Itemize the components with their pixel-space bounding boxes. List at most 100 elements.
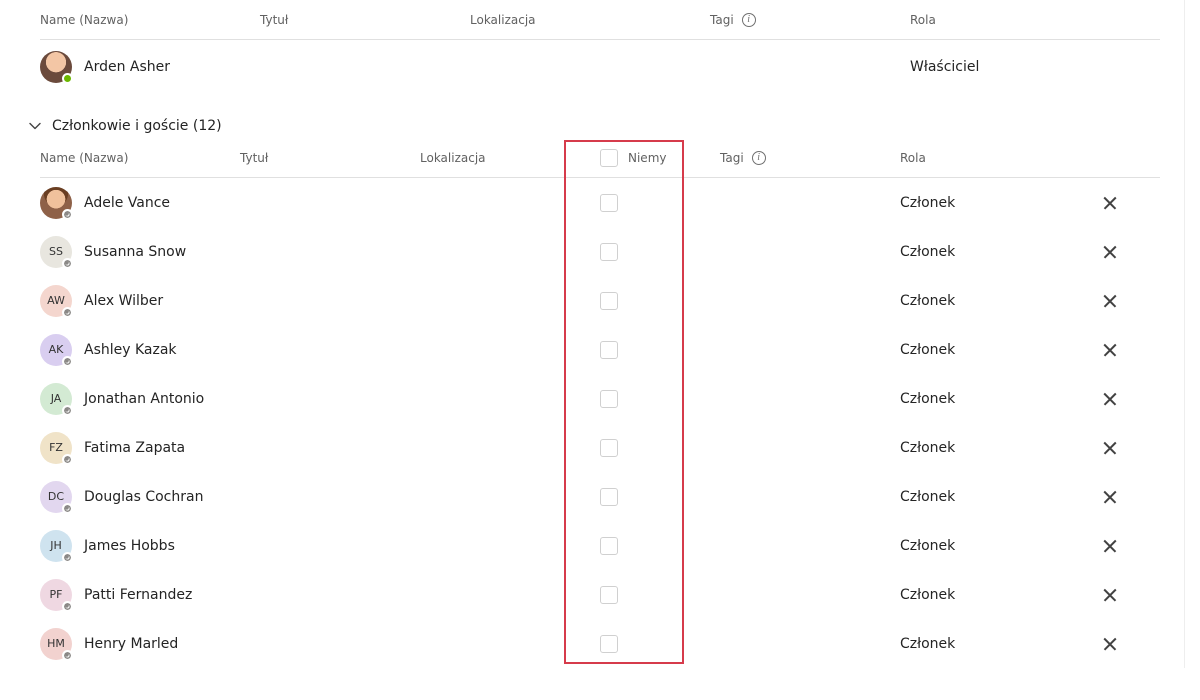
member-name: Patti Fernandez bbox=[84, 587, 192, 603]
mute-checkbox[interactable] bbox=[600, 292, 618, 310]
member-name: Fatima Zapata bbox=[84, 440, 185, 456]
mute-checkbox[interactable] bbox=[600, 194, 618, 212]
avatar[interactable]: DC bbox=[40, 481, 72, 513]
presence-available-icon bbox=[62, 73, 73, 84]
member-mute-cell bbox=[600, 586, 720, 604]
remove-member-button[interactable] bbox=[1100, 340, 1120, 360]
mute-checkbox[interactable] bbox=[600, 439, 618, 457]
header-tags-label: Tagi bbox=[710, 13, 734, 27]
mute-checkbox[interactable] bbox=[600, 488, 618, 506]
member-name: Susanna Snow bbox=[84, 244, 186, 260]
table-row[interactable]: AWAlex WilberCzłonek bbox=[40, 276, 1160, 325]
avatar[interactable] bbox=[40, 187, 72, 219]
presence-offline-icon bbox=[62, 356, 73, 367]
member-mute-cell bbox=[600, 537, 720, 555]
avatar[interactable] bbox=[40, 51, 72, 83]
header-tags[interactable]: Tagi i bbox=[710, 13, 910, 27]
member-role[interactable]: Członek bbox=[900, 489, 1080, 505]
avatar[interactable]: HM bbox=[40, 628, 72, 660]
header-role[interactable]: Rola bbox=[910, 13, 1070, 27]
member-mute-cell bbox=[600, 341, 720, 359]
owner-row[interactable]: Arden Asher Właściciel bbox=[40, 40, 1160, 94]
member-mute-cell bbox=[600, 390, 720, 408]
table-row[interactable]: HMHenry MarledCzłonek bbox=[40, 619, 1160, 668]
owner-role[interactable]: Właściciel bbox=[910, 59, 1070, 75]
header-tags[interactable]: Tagi i bbox=[720, 151, 900, 165]
presence-offline-icon bbox=[62, 601, 73, 612]
header-location[interactable]: Lokalizacja bbox=[420, 151, 600, 165]
avatar[interactable]: SS bbox=[40, 236, 72, 268]
remove-member-button[interactable] bbox=[1100, 536, 1120, 556]
header-title[interactable]: Tytuł bbox=[260, 13, 470, 27]
header-role[interactable]: Rola bbox=[900, 151, 1080, 165]
member-role[interactable]: Członek bbox=[900, 391, 1080, 407]
header-name[interactable]: Name (Nazwa) bbox=[40, 151, 240, 165]
presence-offline-icon bbox=[62, 258, 73, 269]
member-name: Ashley Kazak bbox=[84, 342, 177, 358]
info-icon[interactable]: i bbox=[742, 13, 756, 27]
member-name: Douglas Cochran bbox=[84, 489, 203, 505]
presence-offline-icon bbox=[62, 454, 73, 465]
header-location[interactable]: Lokalizacja bbox=[470, 13, 710, 27]
table-row[interactable]: JA Jonathan Antonio Członek bbox=[40, 374, 1160, 423]
member-mute-cell bbox=[600, 635, 720, 653]
presence-offline-icon bbox=[62, 650, 73, 661]
info-icon[interactable]: i bbox=[752, 151, 766, 165]
header-mute-label: Niemy bbox=[628, 151, 666, 165]
mute-checkbox[interactable] bbox=[600, 243, 618, 261]
avatar[interactable]: AW bbox=[40, 285, 72, 317]
members-table-header: Name (Nazwa) Tytuł Lokalizacja Niemy Tag… bbox=[40, 138, 1160, 178]
mute-all-checkbox[interactable] bbox=[600, 149, 618, 167]
member-mute-cell bbox=[600, 439, 720, 457]
owner-table-header: Name (Nazwa) Tytuł Lokalizacja Tagi i Ro… bbox=[40, 0, 1160, 40]
member-mute-cell bbox=[600, 488, 720, 506]
header-name[interactable]: Name (Nazwa) bbox=[40, 13, 260, 27]
member-role[interactable]: Członek bbox=[900, 195, 1080, 211]
mute-checkbox[interactable] bbox=[600, 635, 618, 653]
team-members-panel: Name (Nazwa) Tytuł Lokalizacja Tagi i Ro… bbox=[0, 0, 1200, 668]
remove-member-button[interactable] bbox=[1100, 585, 1120, 605]
remove-member-button[interactable] bbox=[1100, 193, 1120, 213]
member-role[interactable]: Członek bbox=[900, 538, 1080, 554]
avatar[interactable]: FZ bbox=[40, 432, 72, 464]
avatar[interactable]: AK bbox=[40, 334, 72, 366]
member-role[interactable]: Członek bbox=[900, 293, 1080, 309]
member-name: James Hobbs bbox=[84, 538, 175, 554]
member-role[interactable]: Członek bbox=[900, 342, 1080, 358]
members-section-toggle[interactable]: Członkowie i goście (12) bbox=[20, 94, 1180, 138]
table-row[interactable]: SS Susanna Snow Członek bbox=[40, 227, 1160, 276]
mute-checkbox[interactable] bbox=[600, 390, 618, 408]
remove-member-button[interactable] bbox=[1100, 291, 1120, 311]
member-name: Jonathan Antonio bbox=[84, 391, 204, 407]
member-mute-cell bbox=[600, 194, 720, 212]
mute-checkbox[interactable] bbox=[600, 341, 618, 359]
table-row[interactable]: DC Douglas Cochran Członek bbox=[40, 472, 1160, 521]
table-row[interactable]: Adele VanceCzłonek bbox=[40, 178, 1160, 227]
table-row[interactable]: FZ Fatima Zapata Członek bbox=[40, 423, 1160, 472]
member-role[interactable]: Członek bbox=[900, 636, 1080, 652]
header-mute[interactable]: Niemy bbox=[600, 149, 720, 167]
scrollbar[interactable] bbox=[1184, 0, 1198, 668]
presence-offline-icon bbox=[62, 209, 73, 220]
presence-offline-icon bbox=[62, 405, 73, 416]
remove-member-button[interactable] bbox=[1100, 242, 1120, 262]
remove-member-button[interactable] bbox=[1100, 487, 1120, 507]
avatar[interactable]: PF bbox=[40, 579, 72, 611]
mute-checkbox[interactable] bbox=[600, 586, 618, 604]
remove-member-button[interactable] bbox=[1100, 389, 1120, 409]
header-title[interactable]: Tytuł bbox=[240, 151, 420, 165]
table-row[interactable]: PF Patti Fernandez Członek bbox=[40, 570, 1160, 619]
mute-checkbox[interactable] bbox=[600, 537, 618, 555]
member-role[interactable]: Członek bbox=[900, 440, 1080, 456]
owner-name: Arden Asher bbox=[84, 59, 170, 75]
avatar[interactable]: JH bbox=[40, 530, 72, 562]
chevron-down-icon bbox=[28, 119, 42, 133]
remove-member-button[interactable] bbox=[1100, 438, 1120, 458]
member-role[interactable]: Członek bbox=[900, 587, 1080, 603]
member-mute-cell bbox=[600, 292, 720, 310]
avatar[interactable]: JA bbox=[40, 383, 72, 415]
table-row[interactable]: JH James Hobbs Członek bbox=[40, 521, 1160, 570]
remove-member-button[interactable] bbox=[1100, 634, 1120, 654]
member-role[interactable]: Członek bbox=[900, 244, 1080, 260]
table-row[interactable]: AK Ashley Kazak Członek bbox=[40, 325, 1160, 374]
